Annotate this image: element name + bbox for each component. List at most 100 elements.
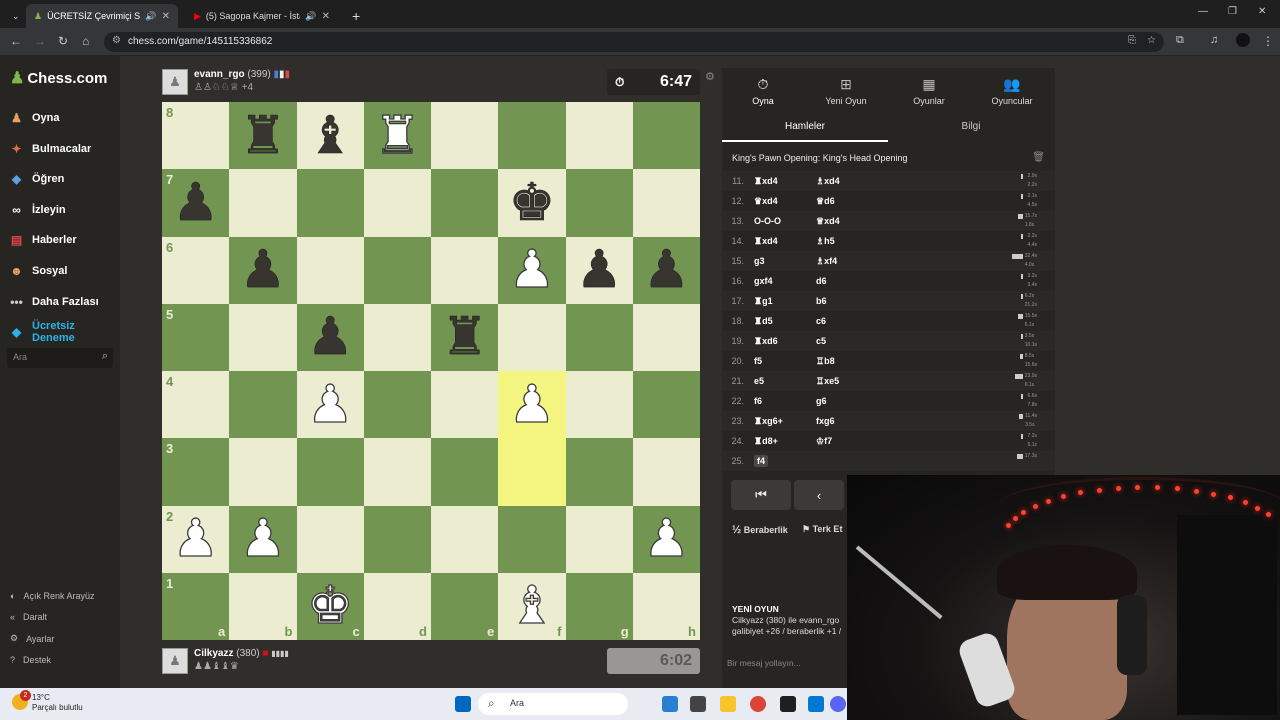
- white-pawn-icon[interactable]: ♟: [306, 378, 354, 431]
- square-g2[interactable]: [565, 505, 633, 573]
- white-move[interactable]: ♛xd4: [754, 196, 816, 207]
- square-d4[interactable]: [363, 371, 431, 439]
- white-pawn-icon[interactable]: ♟: [239, 512, 287, 565]
- sidebar-item-3[interactable]: ∞ İzleyin: [8, 201, 65, 218]
- subtab-moves[interactable]: Hamleler: [722, 118, 888, 142]
- square-g1[interactable]: g: [565, 572, 633, 640]
- square-b2[interactable]: ♟: [229, 505, 297, 573]
- avatar[interactable]: ♟: [162, 69, 188, 95]
- search-icon[interactable]: ⌕: [102, 350, 108, 363]
- square-b3[interactable]: [229, 438, 297, 506]
- white-pawn-icon[interactable]: ♟: [508, 243, 556, 296]
- square-e4[interactable]: [431, 371, 499, 439]
- black-rook-icon[interactable]: ♜: [239, 109, 286, 162]
- maximize-icon[interactable]: ❐: [1228, 6, 1237, 17]
- white-move[interactable]: f5: [754, 356, 816, 366]
- square-d3[interactable]: [363, 438, 431, 506]
- file-explorer-icon[interactable]: [720, 696, 736, 712]
- square-a5[interactable]: 5: [162, 303, 230, 371]
- white-move[interactable]: O-O-O: [754, 216, 816, 226]
- square-c1[interactable]: c ♚: [296, 572, 364, 640]
- square-a8[interactable]: 8: [162, 102, 230, 170]
- square-c7[interactable]: [296, 169, 364, 237]
- sidebar-item-0[interactable]: ♟ Oyna: [8, 109, 59, 126]
- square-d6[interactable]: [363, 236, 431, 304]
- square-e1[interactable]: e: [431, 572, 499, 640]
- square-h5[interactable]: [632, 303, 700, 371]
- square-h3[interactable]: [632, 438, 700, 506]
- white-move[interactable]: e5: [754, 376, 816, 386]
- subtab-info[interactable]: Bilgi: [888, 118, 1054, 142]
- close-tab-icon[interactable]: ✕: [162, 11, 170, 22]
- black-pawn-icon[interactable]: ♟: [576, 244, 623, 297]
- sidebar-item-5[interactable]: ☻ Sosyal: [8, 262, 67, 279]
- black-pawn-icon[interactable]: ♟: [239, 244, 286, 297]
- white-move[interactable]: ♜xd6: [754, 336, 816, 347]
- weather-widget[interactable]: 13°C Parçalı bulutlu: [32, 693, 83, 713]
- square-f4[interactable]: ♟: [498, 371, 566, 439]
- url-field[interactable]: ⚙ chess.com/game/145115336862 ⎘ ☆: [104, 32, 1164, 52]
- square-c8[interactable]: ♝: [296, 102, 364, 170]
- square-f6[interactable]: ♟: [498, 236, 566, 304]
- minimize-icon[interactable]: —: [1198, 6, 1208, 17]
- square-a4[interactable]: 4: [162, 371, 230, 439]
- white-pawn-icon[interactable]: ♟: [508, 378, 556, 431]
- support-button[interactable]: ? Destek: [10, 655, 51, 665]
- square-c4[interactable]: ♟: [296, 371, 364, 439]
- square-e2[interactable]: [431, 505, 499, 573]
- sidebar-item-7[interactable]: ◆ Ücretsiz Deneme: [8, 320, 92, 344]
- extensions-icon[interactable]: ⧉: [1176, 34, 1184, 47]
- square-a6[interactable]: 6: [162, 236, 230, 304]
- white-move[interactable]: g3: [754, 256, 816, 266]
- sidebar-item-4[interactable]: ▤ Haberler: [8, 231, 77, 248]
- square-h1[interactable]: h: [632, 572, 700, 640]
- home-icon[interactable]: ⌂: [82, 34, 89, 48]
- media-icon[interactable]: ♫: [1210, 34, 1218, 46]
- white-pawn-icon[interactable]: ♟: [642, 512, 690, 565]
- square-g7[interactable]: [565, 169, 633, 237]
- draw-button[interactable]: ½ Beraberlik: [732, 524, 788, 536]
- black-move[interactable]: c6: [816, 316, 896, 326]
- previous-move-button[interactable]: ‹: [794, 480, 844, 510]
- discord-icon[interactable]: [830, 696, 846, 712]
- speaker-icon[interactable]: 🔊: [305, 11, 316, 22]
- chess-logo[interactable]: ♟ Chess.com: [10, 68, 107, 88]
- browser-menu-icon[interactable]: ⋮: [1262, 34, 1274, 48]
- black-move[interactable]: ♗xf4: [816, 256, 896, 267]
- square-d8[interactable]: ♜: [363, 102, 431, 170]
- forward-icon[interactable]: →: [34, 34, 46, 48]
- white-move[interactable]: ♜xd4: [754, 236, 816, 247]
- square-e3[interactable]: [431, 438, 499, 506]
- black-move[interactable]: b6: [816, 296, 896, 306]
- reload-icon[interactable]: ↻: [58, 34, 68, 48]
- square-h7[interactable]: [632, 169, 700, 237]
- square-e7[interactable]: [431, 169, 499, 237]
- tab-players[interactable]: 👥 Oyuncular: [977, 76, 1047, 106]
- task-view-icon[interactable]: [690, 696, 706, 712]
- square-e6[interactable]: [431, 236, 499, 304]
- sidebar-item-6[interactable]: ••• Daha Fazlası: [8, 293, 98, 310]
- white-move[interactable]: f6: [754, 396, 816, 406]
- board-settings-icon[interactable]: ⚙: [705, 70, 715, 83]
- tab-list-button[interactable]: ⌄: [4, 4, 24, 28]
- square-f7[interactable]: ♚: [498, 169, 566, 237]
- black-king-icon[interactable]: ♚: [508, 177, 555, 230]
- close-tab-icon[interactable]: ✕: [322, 11, 330, 22]
- bottom-player-name[interactable]: Cilkyazz (380) ■ ▮▮▮▮: [194, 648, 289, 659]
- tab-youtube[interactable]: ▶ (5) Sagopa Kajmer - İstakoz 🔊 ✕: [186, 4, 338, 28]
- square-e5[interactable]: ♜: [431, 303, 499, 371]
- white-pawn-icon[interactable]: ♟: [172, 512, 220, 565]
- square-c3[interactable]: [296, 438, 364, 506]
- black-bishop-icon[interactable]: ♝: [307, 109, 354, 162]
- black-move[interactable]: fxg6: [816, 416, 896, 426]
- square-a1[interactable]: 1a: [162, 572, 230, 640]
- white-move[interactable]: f4: [754, 455, 769, 467]
- white-move[interactable]: ♜d8+: [754, 436, 816, 447]
- square-g3[interactable]: [565, 438, 633, 506]
- square-d1[interactable]: d: [363, 572, 431, 640]
- black-pawn-icon[interactable]: ♟: [307, 311, 354, 364]
- square-e8[interactable]: [431, 102, 499, 170]
- black-pawn-icon[interactable]: ♟: [172, 177, 219, 230]
- square-g8[interactable]: [565, 102, 633, 170]
- square-f2[interactable]: [498, 505, 566, 573]
